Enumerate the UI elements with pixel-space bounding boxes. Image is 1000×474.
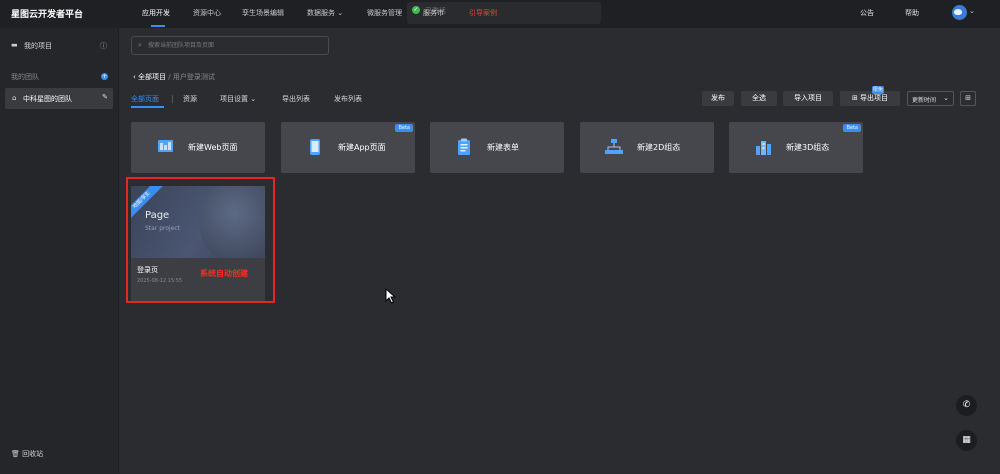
home-icon: ⌂ [12, 94, 17, 102]
beta-badge: Beta [843, 124, 861, 132]
current-project: 用户登录测试 [172, 73, 215, 81]
breadcrumb: ‹ 全部项目 / 用户登录测试 [133, 73, 215, 81]
card-label: 新建2D组态 [637, 143, 681, 152]
nav-resource-center[interactable]: 资源中心 [193, 8, 221, 18]
new-3d-config-card[interactable]: 新建3D组态 Beta [729, 122, 863, 173]
phone-icon[interactable]: ✆ [956, 395, 977, 416]
clipboard-form-icon [458, 138, 470, 155]
divider [172, 95, 173, 103]
mouse-cursor-icon [385, 288, 396, 304]
sidebar-item-label: 我的项目 [24, 42, 52, 50]
grid-view-icon[interactable]: ⊞ [960, 91, 976, 106]
new-form-card[interactable]: 新建表单 [430, 122, 564, 173]
recycle-bin[interactable]: 🗑 回收站 [11, 449, 43, 459]
nav-app-dev[interactable]: 应用开发 [142, 8, 170, 18]
tab-active-indicator [131, 106, 164, 108]
card-label: 新建Web页面 [188, 143, 238, 152]
trash-icon: 🗑 [11, 450, 20, 458]
sort-select[interactable]: 更新时间 ⌄ [907, 91, 954, 106]
annotation-label: 系统自动创建 [200, 269, 248, 278]
tab-export-list[interactable]: 导出列表 [282, 94, 310, 104]
help-link[interactable]: 帮助 [905, 8, 919, 18]
check-icon: ✓ [412, 6, 420, 14]
info-icon[interactable]: ⓘ [100, 41, 107, 51]
tab-project-settings[interactable]: 项目设置 ⌄ [220, 94, 256, 104]
nav-microservice[interactable]: 微服务管理 [367, 8, 402, 18]
nav-active-indicator [151, 25, 165, 27]
export-icon: ⊞ [851, 94, 858, 102]
annotation-highlight-box [126, 177, 275, 303]
notice-link[interactable]: 公告 [860, 8, 874, 18]
sidebar-item-label: 中科星图的团队 [23, 95, 72, 103]
hierarchy-2d-icon [605, 139, 623, 154]
nav-data-service[interactable]: 数据服务 ⌄ [307, 8, 343, 18]
mobile-phone-icon [310, 139, 320, 155]
new-web-page-card[interactable]: 新建Web页面 [131, 122, 265, 173]
card-label: 新建表单 [487, 143, 519, 152]
free-badge: 限免 [872, 86, 884, 94]
beta-badge: Beta [395, 124, 413, 132]
new-2d-config-card[interactable]: 新建2D组态 [580, 122, 714, 173]
web-page-icon [158, 140, 173, 152]
tab-publish-list[interactable]: 发布列表 [334, 94, 362, 104]
card-label: 新建3D组态 [786, 143, 830, 152]
tab-resources[interactable]: 资源 [183, 94, 197, 104]
search-icon: ⌕ [138, 41, 142, 49]
qr-code-icon[interactable]: ▦ [956, 430, 977, 451]
search-input[interactable] [148, 39, 326, 52]
export-project-button[interactable]: ⊞ 导出项目 [840, 91, 900, 106]
select-all-button[interactable]: 全选 [741, 91, 777, 106]
sidebar-item-team[interactable]: ⌂ 中科星图的团队 ✎ [5, 88, 113, 109]
nav-service-market[interactable]: 服务市 [423, 8, 444, 18]
chevron-down-icon[interactable]: ⌄ [969, 7, 975, 15]
import-project-button[interactable]: 导入项目 [783, 91, 833, 106]
brand-title: 星图云开发者平台 [11, 10, 84, 20]
folder-icon: ▬ [11, 41, 18, 49]
sidebar-item-my-projects[interactable]: ▬ 我的项目 ⓘ [0, 37, 119, 55]
my-teams-heading: 我的团队 [11, 73, 39, 81]
building-3d-icon [756, 141, 771, 155]
nav-twin-scene-editor[interactable]: 孪生场景编辑 [242, 8, 284, 18]
chevron-down-icon: ⌄ [250, 95, 257, 103]
chevron-down-icon: ⌄ [337, 9, 344, 17]
publish-button[interactable]: 发布 [702, 91, 734, 106]
search-box: ⌕ [131, 36, 329, 55]
card-label: 新建App页面 [338, 143, 386, 152]
edit-icon[interactable]: ✎ [102, 93, 108, 101]
tab-all-pages[interactable]: 全部页面 [131, 94, 159, 104]
back-all-projects[interactable]: ‹ 全部项目 [133, 73, 166, 81]
add-team-icon[interactable]: + [101, 73, 108, 80]
avatar[interactable] [952, 5, 967, 20]
chevron-down-icon: ⌄ [943, 94, 949, 102]
guide-cases-link[interactable]: 引导案例 [469, 8, 497, 18]
new-app-page-card[interactable]: 新建App页面 Beta [281, 122, 415, 173]
